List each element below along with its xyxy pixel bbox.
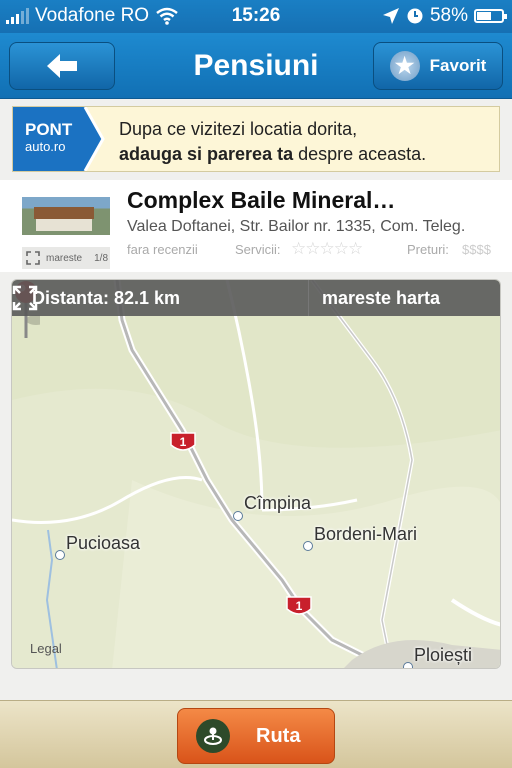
legal-link[interactable]: Legal xyxy=(30,641,62,656)
map-roads xyxy=(12,280,500,668)
photo-expand-label: mareste xyxy=(46,252,83,264)
expand-map-button[interactable]: mareste harta xyxy=(322,288,440,309)
favorite-label: Favorit xyxy=(429,56,487,75)
favorite-button[interactable]: ★ Favorit xyxy=(373,42,503,90)
services-rating-stars: ☆☆☆☆☆ xyxy=(291,239,363,258)
services-label: Servicii: xyxy=(235,242,281,257)
prices-label: Preturi: xyxy=(407,242,449,257)
listing-photo[interactable] xyxy=(22,197,110,235)
city-label-ploiesti: Ploiești xyxy=(414,645,473,665)
city-label-campina: Cîmpina xyxy=(244,493,312,513)
city-label-bordeni-mari: Bordeni-Mari xyxy=(314,524,418,544)
city-marker-ploiesti xyxy=(403,662,413,668)
city-marker-bordeni-mari xyxy=(303,541,313,551)
directions-icon xyxy=(196,719,230,753)
logo-subtext: auto.ro xyxy=(25,139,66,154)
route-number: 1 xyxy=(296,599,303,613)
battery-icon xyxy=(474,9,507,23)
prices-value: $$$$ xyxy=(462,242,491,257)
map-header: Distanta: 82.1 km mareste harta xyxy=(12,280,500,316)
star-icon: ★ xyxy=(389,51,420,81)
location-arrow-icon xyxy=(382,8,399,24)
map-view[interactable]: 1 1 Cîmpina Bordeni-Mari Pucioasa Ploieș… xyxy=(11,279,501,669)
route-number: 1 xyxy=(180,435,187,449)
logo-text: PONT xyxy=(25,120,73,139)
city-marker-pucioasa xyxy=(55,550,65,560)
banner-line-2-bold: adauga si parerea ta xyxy=(119,144,294,164)
banner-line-2-rest: despre aceasta. xyxy=(293,144,427,164)
route-button[interactable]: Ruta xyxy=(177,708,335,764)
banner-line-1: Dupa ce vizitezi locatia dorita, xyxy=(119,119,358,139)
navigation-bar: Pensiuni ★ Favorit xyxy=(0,33,512,99)
banner-line-2: adauga si parerea ta despre aceasta. xyxy=(119,142,426,167)
city-marker-campina xyxy=(233,511,243,521)
route-button-label: Ruta xyxy=(256,724,301,747)
reviews-count: fara recenzii xyxy=(127,242,198,257)
city-label-pucioasa: Pucioasa xyxy=(66,533,141,553)
promo-banner[interactable]: PONT auto.ro Dupa ce vizitezi locatia do… xyxy=(12,106,500,172)
expand-icon xyxy=(26,251,40,265)
listing-card[interactable]: mareste 1/8 Complex Baile Mineral… Valea… xyxy=(0,180,512,272)
photo-expand-button[interactable]: mareste 1/8 xyxy=(22,247,110,269)
alarm-clock-icon xyxy=(407,8,423,24)
route-1-shield-south: 1 xyxy=(286,596,312,615)
photo-count: 1/8 xyxy=(94,252,109,264)
battery-percent: 58% xyxy=(429,5,468,26)
banner-message: Dupa ce vizitezi locatia dorita, adauga … xyxy=(119,117,426,167)
status-bar: Vodafone RO 15:26 58% xyxy=(0,0,512,33)
fullscreen-icon[interactable] xyxy=(12,285,38,311)
route-1-shield-north: 1 xyxy=(170,432,196,451)
listing-address: Valea Doftanei, Str. Bailor nr. 1335, Co… xyxy=(127,218,466,235)
bottom-toolbar: Ruta xyxy=(0,700,512,768)
listing-title: Complex Baile Mineral… xyxy=(127,187,396,213)
distance-label: Distanta: 82.1 km xyxy=(32,288,181,308)
